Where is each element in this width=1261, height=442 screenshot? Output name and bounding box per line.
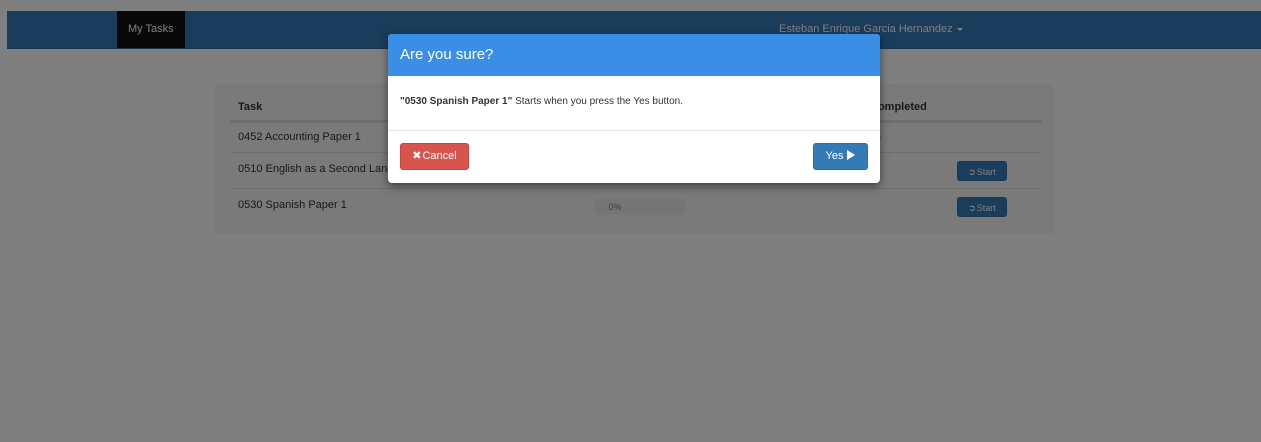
cancel-label: Cancel [422,150,457,162]
modal-divider [388,130,880,131]
modal-message: Starts when you press the Yes button. [512,96,683,107]
cancel-button[interactable]: ✖Cancel [400,143,469,170]
yes-label: Yes [825,150,844,162]
modal-body: "0530 Spanish Paper 1" Starts when you p… [400,96,683,107]
task-title-emphasis: "0530 Spanish Paper 1" [400,96,513,107]
confirm-modal: Are you sure? "0530 Spanish Paper 1" Sta… [388,34,880,183]
modal-title: Are you sure? [400,46,494,63]
play-icon [847,150,856,160]
yes-button[interactable]: Yes [813,143,868,170]
close-icon: ✖ [412,150,422,162]
modal-header: Are you sure? [388,34,880,76]
